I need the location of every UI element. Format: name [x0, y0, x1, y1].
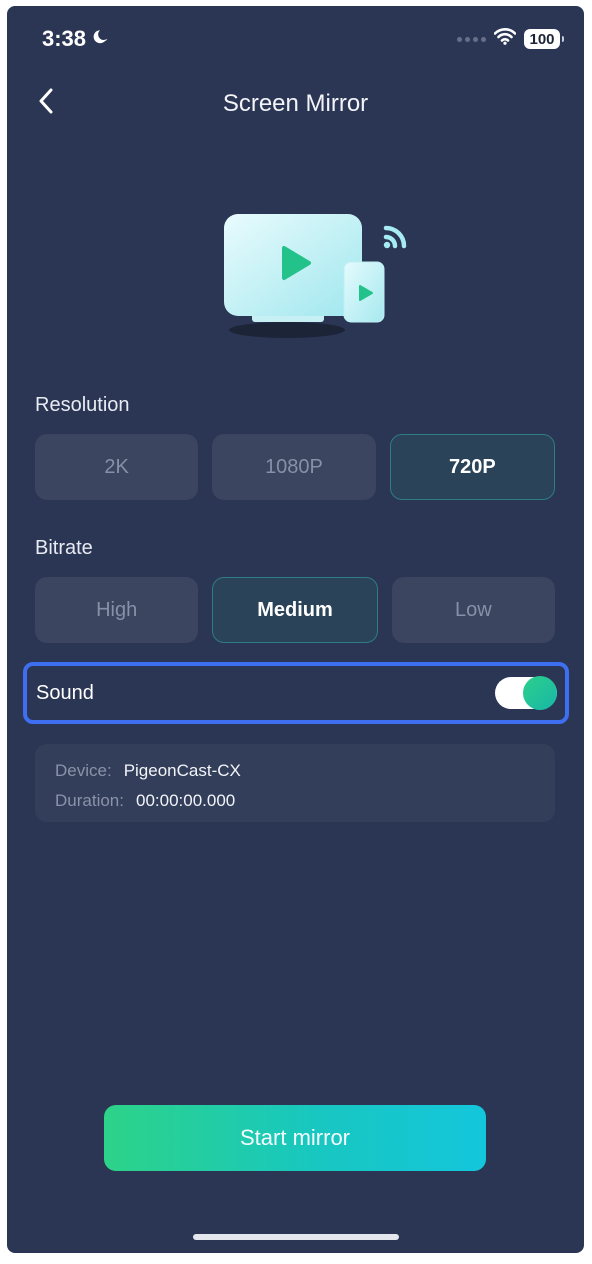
signal-dots-icon — [457, 36, 486, 42]
wifi-icon — [493, 28, 517, 50]
bitrate-options: High Medium Low — [35, 577, 555, 643]
device-info-line: Device: PigeonCast-CX — [55, 756, 535, 786]
screen-mirror-screen: 3:38 100 Screen Mirror Resolution 2K 108… — [7, 6, 584, 1253]
device-key: Device: — [55, 761, 112, 780]
toggle-knob — [523, 676, 557, 710]
page-title: Screen Mirror — [222, 90, 369, 117]
resolution-option-1080p[interactable]: 1080P — [212, 434, 376, 500]
bitrate-option-low[interactable]: Low — [391, 577, 555, 643]
status-time-text: 3:38 — [42, 26, 87, 51]
bitrate-option-medium[interactable]: Medium — [212, 577, 378, 643]
resolution-label: Resolution — [35, 394, 130, 416]
device-info-card: Device: PigeonCast-CX Duration: 00:00:00… — [35, 744, 555, 822]
status-icons: 100 — [457, 28, 564, 50]
home-indicator — [193, 1234, 399, 1240]
status-time: 3:38 — [42, 26, 110, 52]
bitrate-label: Bitrate — [35, 537, 93, 559]
duration-value: 00:00:00.000 — [135, 791, 236, 810]
bitrate-option-high[interactable]: High — [35, 577, 199, 643]
battery-icon: 100 — [524, 29, 564, 49]
duration-key: Duration: — [55, 791, 124, 810]
sound-label: Sound — [36, 681, 94, 704]
sound-toggle[interactable] — [495, 676, 557, 710]
resolution-options: 2K 1080P 720P — [35, 434, 555, 500]
sound-row: Sound — [23, 662, 569, 724]
battery-level: 100 — [529, 30, 555, 48]
resolution-option-2k[interactable]: 2K — [35, 434, 199, 500]
duration-info-line: Duration: 00:00:00.000 — [55, 786, 535, 816]
device-value: PigeonCast-CX — [123, 761, 241, 780]
resolution-option-720p[interactable]: 720P — [389, 434, 555, 500]
screen-mirror-illustration — [212, 206, 422, 346]
moon-icon — [92, 26, 110, 52]
start-mirror-button[interactable]: Start mirror — [104, 1105, 486, 1171]
